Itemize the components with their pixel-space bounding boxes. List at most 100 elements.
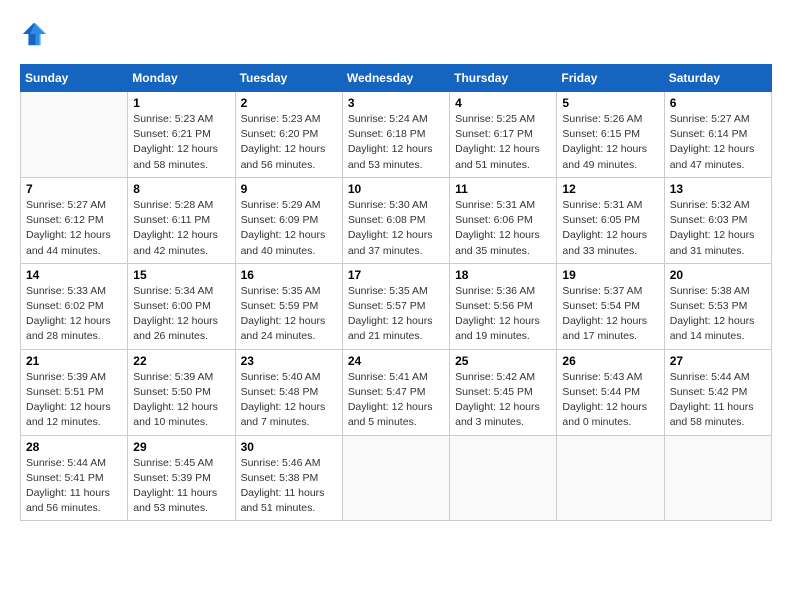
calendar-cell: 22 Sunrise: 5:39 AM Sunset: 5:50 PM Dayli… (128, 349, 235, 435)
day-info: Sunrise: 5:23 AM Sunset: 6:21 PM Dayligh… (133, 112, 229, 173)
day-info: Sunrise: 5:33 AM Sunset: 6:02 PM Dayligh… (26, 284, 122, 345)
calendar-cell: 26 Sunrise: 5:43 AM Sunset: 5:44 PM Dayli… (557, 349, 664, 435)
day-info: Sunrise: 5:43 AM Sunset: 5:44 PM Dayligh… (562, 370, 658, 431)
day-number: 17 (348, 268, 444, 282)
calendar-cell (450, 435, 557, 521)
day-number: 5 (562, 96, 658, 110)
calendar-cell: 17Sunrise: 5:35 AM Sunset: 5:57 PM Dayli… (342, 263, 449, 349)
day-info: Sunrise: 5:36 AM Sunset: 5:56 PM Dayligh… (455, 284, 551, 345)
day-number: 23 (241, 354, 337, 368)
calendar-week-3: 14 Sunrise: 5:33 AM Sunset: 6:02 PM Dayli… (21, 263, 772, 349)
day-number: 22 (133, 354, 229, 368)
day-info: Sunrise: 5:34 AM Sunset: 6:00 PM Dayligh… (133, 284, 229, 345)
calendar-cell: 1 Sunrise: 5:23 AM Sunset: 6:21 PM Daylig… (128, 92, 235, 178)
day-info: Sunrise: 5:23 AM Sunset: 6:20 PM Dayligh… (241, 112, 337, 173)
calendar-cell: 19 Sunrise: 5:37 AM Sunset: 5:54 PM Dayli… (557, 263, 664, 349)
day-info: Sunrise: 5:41 AM Sunset: 5:47 PM Dayligh… (348, 370, 444, 431)
day-info: Sunrise: 5:44 AM Sunset: 5:41 PM Dayligh… (26, 456, 122, 517)
day-number: 12 (562, 182, 658, 196)
day-number: 19 (562, 268, 658, 282)
calendar-cell: 12 Sunrise: 5:31 AM Sunset: 6:05 PM Dayli… (557, 177, 664, 263)
day-info: Sunrise: 5:31 AM Sunset: 6:06 PM Dayligh… (455, 198, 551, 259)
calendar-table: SundayMondayTuesdayWednesdayThursdayFrid… (20, 64, 772, 521)
day-number: 11 (455, 182, 551, 196)
weekday-header-tuesday: Tuesday (235, 65, 342, 92)
weekday-header-wednesday: Wednesday (342, 65, 449, 92)
calendar-cell: 30 Sunrise: 5:46 AM Sunset: 5:38 PM Dayli… (235, 435, 342, 521)
day-number: 16 (241, 268, 337, 282)
day-number: 2 (241, 96, 337, 110)
calendar-cell: 5 Sunrise: 5:26 AM Sunset: 6:15 PM Daylig… (557, 92, 664, 178)
day-number: 28 (26, 440, 122, 454)
day-info: Sunrise: 5:31 AM Sunset: 6:05 PM Dayligh… (562, 198, 658, 259)
day-info: Sunrise: 5:38 AM Sunset: 5:53 PM Dayligh… (670, 284, 766, 345)
day-info: Sunrise: 5:27 AM Sunset: 6:14 PM Dayligh… (670, 112, 766, 173)
calendar-cell: 2 Sunrise: 5:23 AM Sunset: 6:20 PM Daylig… (235, 92, 342, 178)
calendar-cell: 4 Sunrise: 5:25 AM Sunset: 6:17 PM Daylig… (450, 92, 557, 178)
calendar-cell: 18 Sunrise: 5:36 AM Sunset: 5:56 PM Dayli… (450, 263, 557, 349)
day-number: 8 (133, 182, 229, 196)
day-info: Sunrise: 5:28 AM Sunset: 6:11 PM Dayligh… (133, 198, 229, 259)
weekday-header-thursday: Thursday (450, 65, 557, 92)
day-info: Sunrise: 5:37 AM Sunset: 5:54 PM Dayligh… (562, 284, 658, 345)
calendar-cell: 27 Sunrise: 5:44 AM Sunset: 5:42 PM Dayli… (664, 349, 771, 435)
calendar-cell: 20 Sunrise: 5:38 AM Sunset: 5:53 PM Dayli… (664, 263, 771, 349)
calendar-cell: 21 Sunrise: 5:39 AM Sunset: 5:51 PM Dayli… (21, 349, 128, 435)
day-info: Sunrise: 5:26 AM Sunset: 6:15 PM Dayligh… (562, 112, 658, 173)
calendar-cell: 7 Sunrise: 5:27 AM Sunset: 6:12 PM Daylig… (21, 177, 128, 263)
day-number: 24 (348, 354, 444, 368)
calendar-cell: 25Sunrise: 5:42 AM Sunset: 5:45 PM Dayli… (450, 349, 557, 435)
calendar-cell: 15 Sunrise: 5:34 AM Sunset: 6:00 PM Dayli… (128, 263, 235, 349)
calendar-cell (557, 435, 664, 521)
calendar-cell: 29 Sunrise: 5:45 AM Sunset: 5:39 PM Dayli… (128, 435, 235, 521)
day-info: Sunrise: 5:39 AM Sunset: 5:50 PM Dayligh… (133, 370, 229, 431)
day-info: Sunrise: 5:35 AM Sunset: 5:59 PM Dayligh… (241, 284, 337, 345)
page-header (20, 20, 772, 48)
calendar-cell (21, 92, 128, 178)
day-number: 15 (133, 268, 229, 282)
day-info: Sunrise: 5:32 AM Sunset: 6:03 PM Dayligh… (670, 198, 766, 259)
calendar-cell (342, 435, 449, 521)
day-info: Sunrise: 5:44 AM Sunset: 5:42 PM Dayligh… (670, 370, 766, 431)
calendar-cell: 3Sunrise: 5:24 AM Sunset: 6:18 PM Daylig… (342, 92, 449, 178)
weekday-header-saturday: Saturday (664, 65, 771, 92)
calendar-week-2: 7 Sunrise: 5:27 AM Sunset: 6:12 PM Daylig… (21, 177, 772, 263)
day-number: 21 (26, 354, 122, 368)
calendar-cell: 6 Sunrise: 5:27 AM Sunset: 6:14 PM Daylig… (664, 92, 771, 178)
day-number: 27 (670, 354, 766, 368)
calendar-week-1: 1 Sunrise: 5:23 AM Sunset: 6:21 PM Daylig… (21, 92, 772, 178)
calendar-cell: 10 Sunrise: 5:30 AM Sunset: 6:08 PM Dayli… (342, 177, 449, 263)
calendar-cell: 14 Sunrise: 5:33 AM Sunset: 6:02 PM Dayli… (21, 263, 128, 349)
day-number: 14 (26, 268, 122, 282)
day-info: Sunrise: 5:25 AM Sunset: 6:17 PM Dayligh… (455, 112, 551, 173)
day-number: 18 (455, 268, 551, 282)
day-info: Sunrise: 5:30 AM Sunset: 6:08 PM Dayligh… (348, 198, 444, 259)
calendar-header: SundayMondayTuesdayWednesdayThursdayFrid… (21, 65, 772, 92)
day-info: Sunrise: 5:27 AM Sunset: 6:12 PM Dayligh… (26, 198, 122, 259)
day-info: Sunrise: 5:29 AM Sunset: 6:09 PM Dayligh… (241, 198, 337, 259)
day-number: 1 (133, 96, 229, 110)
day-info: Sunrise: 5:40 AM Sunset: 5:48 PM Dayligh… (241, 370, 337, 431)
day-info: Sunrise: 5:46 AM Sunset: 5:38 PM Dayligh… (241, 456, 337, 517)
day-number: 4 (455, 96, 551, 110)
calendar-cell: 16 Sunrise: 5:35 AM Sunset: 5:59 PM Dayli… (235, 263, 342, 349)
day-info: Sunrise: 5:45 AM Sunset: 5:39 PM Dayligh… (133, 456, 229, 517)
calendar-week-4: 21 Sunrise: 5:39 AM Sunset: 5:51 PM Dayli… (21, 349, 772, 435)
day-info: Sunrise: 5:42 AM Sunset: 5:45 PM Dayligh… (455, 370, 551, 431)
day-number: 30 (241, 440, 337, 454)
logo-icon (20, 20, 48, 48)
day-number: 7 (26, 182, 122, 196)
calendar-cell: 11 Sunrise: 5:31 AM Sunset: 6:06 PM Dayli… (450, 177, 557, 263)
weekday-header-monday: Monday (128, 65, 235, 92)
day-number: 13 (670, 182, 766, 196)
day-number: 26 (562, 354, 658, 368)
logo (20, 20, 52, 48)
day-number: 29 (133, 440, 229, 454)
day-number: 20 (670, 268, 766, 282)
day-number: 10 (348, 182, 444, 196)
day-info: Sunrise: 5:24 AM Sunset: 6:18 PM Dayligh… (348, 112, 444, 173)
weekday-header-sunday: Sunday (21, 65, 128, 92)
calendar-cell: 13 Sunrise: 5:32 AM Sunset: 6:03 PM Dayli… (664, 177, 771, 263)
day-number: 6 (670, 96, 766, 110)
day-info: Sunrise: 5:39 AM Sunset: 5:51 PM Dayligh… (26, 370, 122, 431)
